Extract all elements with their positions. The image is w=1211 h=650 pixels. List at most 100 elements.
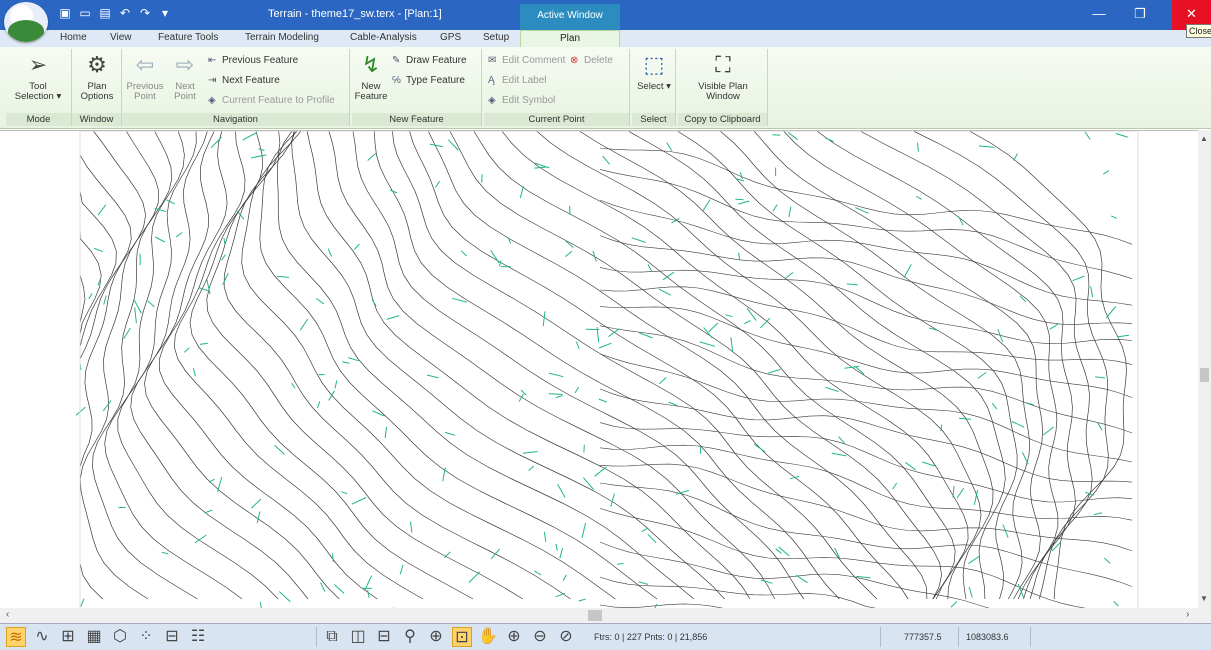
restore-button[interactable]: ❐: [1118, 0, 1162, 30]
slope-tick: [598, 398, 607, 403]
save-icon[interactable]: ▣: [58, 6, 72, 20]
slope-tick: [581, 522, 587, 538]
layers-icon[interactable]: ⊟: [162, 627, 182, 647]
contour-line: [189, 131, 474, 600]
plan-options-button[interactable]: ⚙ Plan Options: [76, 51, 118, 102]
tool-selection-button[interactable]: ➢ Tool Selection ▾: [10, 51, 66, 102]
undo-icon[interactable]: ↶: [118, 6, 132, 20]
edit-comment-button[interactable]: ✉ Edit Comment: [488, 55, 565, 66]
table-icon[interactable]: ▦: [84, 627, 104, 647]
open-icon[interactable]: ▭: [78, 6, 92, 20]
vertical-scroll-thumb[interactable]: [1200, 368, 1209, 382]
contour-line: [223, 131, 571, 600]
scroll-left-icon[interactable]: ‹: [6, 609, 9, 620]
scroll-down-icon[interactable]: ▼: [1200, 594, 1208, 603]
app-logo[interactable]: [4, 2, 48, 42]
previous-feature-button[interactable]: ⇤ Previous Feature: [208, 55, 298, 66]
zoom-in-icon[interactable]: ⊕: [504, 627, 524, 647]
minimize-button[interactable]: —: [1077, 0, 1121, 30]
contour-line: [144, 131, 340, 600]
slope-tick: [542, 311, 546, 327]
profile-line-icon[interactable]: ∿: [32, 627, 52, 647]
slope-tick: [977, 371, 987, 379]
pan-hand-icon[interactable]: ✋: [478, 627, 498, 647]
slope-tick: [978, 145, 995, 148]
group-copy-to-clipboard: ⛶ Visible Plan Window Copy to Clipboard: [678, 49, 768, 126]
slope-tick: [199, 287, 209, 292]
edit-label-button[interactable]: Ą Edit Label: [488, 75, 546, 86]
customize-qat-icon[interactable]: ▾: [158, 6, 172, 20]
contour-line: [783, 131, 1059, 600]
slope-tick: [166, 199, 176, 205]
contour-line: [719, 131, 1031, 600]
slope-tick: [399, 564, 404, 575]
group-label-mode: Mode: [6, 113, 71, 126]
slope-tick: [332, 553, 334, 562]
new-feature-button[interactable]: ↯ New Feature: [354, 51, 388, 102]
visible-plan-window-label: Visible Plan Window: [698, 81, 748, 102]
slope-tick: [702, 199, 711, 211]
vertical-scrollbar[interactable]: ▲ ▼: [1198, 130, 1211, 608]
slope-tick: [725, 314, 733, 318]
slope-tick: [208, 478, 215, 483]
previous-point-button[interactable]: ⇦ Previous Point: [126, 51, 164, 102]
slope-tick: [217, 476, 223, 493]
slope-tick: [778, 546, 790, 557]
3d-view-icon[interactable]: ⊞: [58, 627, 78, 647]
slope-tick: [699, 341, 716, 347]
legend-icon[interactable]: ☷: [188, 627, 208, 647]
slope-tick: [1117, 334, 1130, 338]
slope-tick: [204, 509, 213, 514]
zoom-icon[interactable]: ⚲: [400, 627, 420, 647]
visible-plan-window-button[interactable]: ⛶ Visible Plan Window: [684, 51, 762, 102]
zoom-out-icon[interactable]: ⊖: [530, 627, 550, 647]
slope-tick: [575, 341, 580, 349]
cascade-windows-icon[interactable]: ⧉: [322, 627, 342, 647]
contour-line: [259, 131, 658, 600]
horizontal-scroll-thumb[interactable]: [588, 610, 602, 621]
edit-symbol-button[interactable]: ◈ Edit Symbol: [488, 95, 555, 106]
next-point-button[interactable]: ⇨ Next Point: [166, 51, 204, 102]
zoom-window-icon[interactable]: ⊕: [426, 627, 446, 647]
scroll-up-icon[interactable]: ▲: [1200, 134, 1208, 143]
slope-tick: [534, 166, 546, 169]
slope-tick: [258, 148, 265, 151]
tab-home[interactable]: Home: [60, 32, 87, 43]
tab-terrain-modeling[interactable]: Terrain Modeling: [245, 32, 319, 43]
lock-icon[interactable]: ⊡: [452, 627, 472, 647]
plan-canvas[interactable]: [0, 130, 1198, 608]
zoom-extents-icon[interactable]: ⊘: [556, 627, 576, 647]
horizontal-scrollbar[interactable]: ‹ ›: [0, 608, 1211, 623]
slope-tick: [789, 475, 800, 480]
status-separator: [316, 627, 317, 647]
current-feature-to-profile-button[interactable]: ◈ Current Feature to Profile: [208, 95, 335, 106]
contours-icon[interactable]: ≋: [6, 627, 26, 647]
slope-tick: [534, 570, 542, 576]
type-feature-button[interactable]: ℅ Type Feature: [392, 75, 465, 86]
slope-tick: [429, 143, 443, 148]
tab-view[interactable]: View: [110, 32, 132, 43]
draw-feature-button[interactable]: ✎ Draw Feature: [392, 55, 467, 66]
tab-feature-tools[interactable]: Feature Tools: [158, 32, 218, 43]
scroll-right-icon[interactable]: ›: [1186, 609, 1189, 620]
redo-icon[interactable]: ↷: [138, 6, 152, 20]
tile-horizontal-icon[interactable]: ⊟: [374, 627, 394, 647]
contour-line: [159, 131, 378, 600]
tab-gps[interactable]: GPS: [440, 32, 461, 43]
tab-cable-analysis[interactable]: Cable-Analysis: [350, 32, 417, 43]
contour-line: [599, 463, 1133, 552]
next-feature-button[interactable]: ⇥ Next Feature: [208, 75, 280, 86]
slope-tick: [386, 315, 400, 320]
select-button[interactable]: ⬚ Select ▾: [636, 51, 672, 92]
delete-button[interactable]: ⊗ Delete: [570, 55, 613, 66]
boundary-icon[interactable]: ⬡: [110, 627, 130, 647]
slope-tick: [638, 581, 649, 585]
contour-map[interactable]: [0, 131, 1198, 608]
tab-plan[interactable]: Plan: [520, 30, 620, 47]
tab-setup[interactable]: Setup: [483, 32, 509, 43]
print-icon[interactable]: ▤: [98, 6, 112, 20]
tile-vertical-icon[interactable]: ◫: [348, 627, 368, 647]
points-icon[interactable]: ⁘: [136, 627, 156, 647]
slope-tick: [194, 534, 207, 544]
edit-comment-label: Edit Comment: [502, 55, 566, 66]
